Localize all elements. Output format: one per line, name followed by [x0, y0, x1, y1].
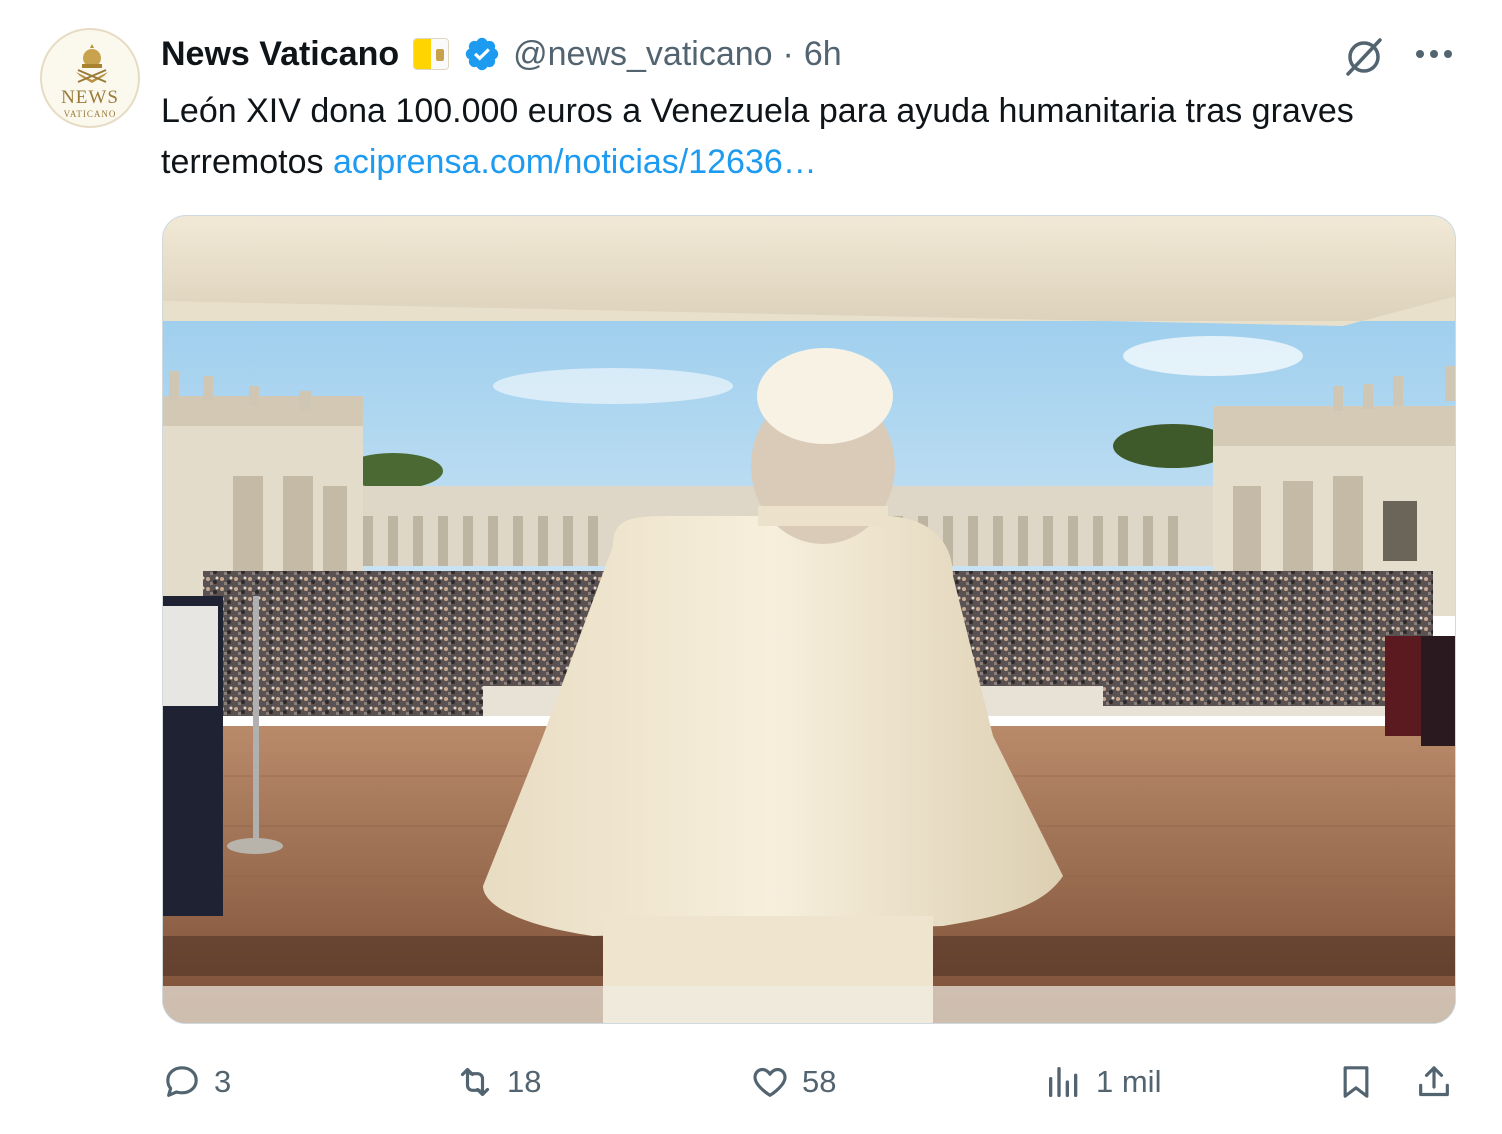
bookmark-icon: [1343, 1066, 1369, 1098]
share-button[interactable]: [1414, 1052, 1454, 1112]
vatican-flag-icon: [413, 38, 450, 70]
bookmark-button[interactable]: [1336, 1052, 1376, 1112]
photo-image: [163, 216, 1455, 1023]
handle[interactable]: @news_vaticano: [513, 35, 772, 74]
reply-icon: [166, 1066, 198, 1097]
avatar-brand-sub: VATICANO: [63, 109, 117, 119]
action-bar: 3 18 58 1 mil: [0, 1052, 1502, 1112]
separator-dot: ·: [782, 34, 794, 73]
grok-icon[interactable]: [1340, 32, 1388, 80]
tweet-header: News Vaticano @news_vaticano · 6h: [161, 30, 842, 78]
tweet-photo[interactable]: [162, 215, 1456, 1024]
share-icon: [1419, 1066, 1449, 1097]
avatar[interactable]: NEWS VATICANO: [40, 28, 140, 128]
display-name[interactable]: News Vaticano: [161, 35, 399, 74]
like-button[interactable]: 58: [750, 1052, 836, 1112]
heart-icon: [753, 1067, 787, 1097]
timestamp[interactable]: 6h: [804, 35, 842, 74]
retweet-icon: [460, 1067, 490, 1097]
papal-tiara-icon: [76, 44, 108, 83]
views-count: 1 mil: [1096, 1064, 1162, 1099]
views-button[interactable]: 1 mil: [1044, 1052, 1161, 1112]
views-icon: [1049, 1067, 1078, 1097]
like-count: 58: [802, 1064, 837, 1099]
verified-badge-icon[interactable]: [463, 35, 501, 73]
retweet-count: 18: [507, 1064, 542, 1099]
tweet-link[interactable]: aciprensa.com/noticias/12636…: [333, 143, 817, 181]
tweet-text: León XIV dona 100.000 euros a Venezuela …: [161, 86, 1431, 188]
retweet-button[interactable]: 18: [455, 1052, 541, 1112]
tweet[interactable]: NEWS VATICANO News Vaticano @news_vatica…: [0, 0, 1502, 1134]
reply-button[interactable]: 3: [162, 1052, 231, 1112]
avatar-brand: NEWS: [61, 87, 119, 108]
more-icon[interactable]: [1410, 34, 1458, 74]
reply-count: 3: [214, 1064, 232, 1099]
